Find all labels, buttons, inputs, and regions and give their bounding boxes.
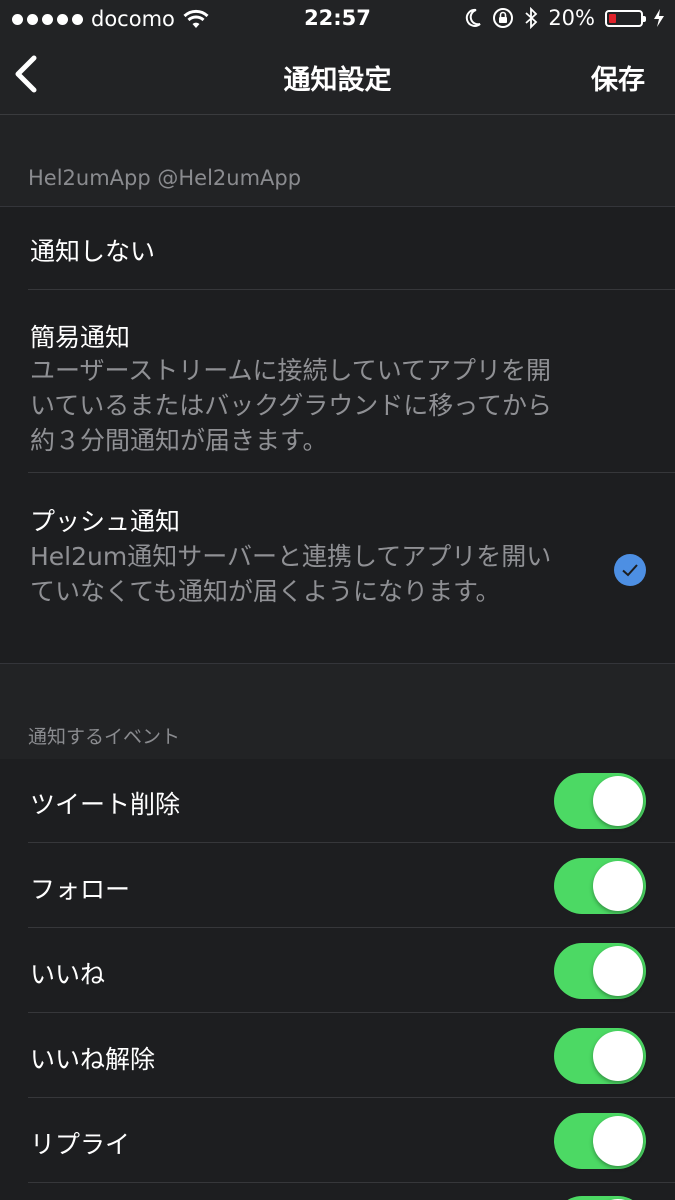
charging-bolt-icon — [654, 9, 664, 27]
option-description: Hel2um通知サーバーと連携してアプリを開いていなくても通知が届くようになりま… — [30, 542, 552, 606]
battery-percent: 20% — [548, 6, 595, 30]
status-bar: docomo 22:57 20% — [0, 0, 675, 38]
option-title: プッシュ通知 — [30, 507, 181, 536]
event-row-like: いいね — [0, 929, 675, 1013]
option-no-notification[interactable]: 通知しない — [0, 207, 675, 290]
like-toggle[interactable] — [554, 943, 646, 999]
battery-icon — [605, 9, 646, 27]
rotation-lock-icon — [493, 8, 514, 28]
option-title: 簡易通知 — [30, 323, 131, 352]
event-row-unlike: いいね解除 — [0, 1014, 675, 1098]
option-description: ユーザーストリームに接続していてアプリを開いているまたはバックグラウンドに移って… — [30, 356, 553, 455]
event-label: いいね解除 — [30, 1045, 156, 1074]
follow-toggle[interactable] — [554, 858, 646, 914]
event-row-follow: フォロー — [0, 844, 675, 928]
save-button[interactable]: 保存 — [591, 58, 645, 97]
account-section-label: Hel2umApp @Hel2umApp — [28, 166, 302, 190]
event-row-tweet-delete: ツイート削除 — [0, 759, 675, 843]
event-row-next — [0, 1184, 675, 1200]
bluetooth-icon — [525, 7, 538, 29]
event-label: いいね — [30, 960, 106, 989]
status-right: 20% — [464, 6, 665, 30]
option-title: 通知しない — [30, 237, 156, 266]
event-label: フォロー — [30, 875, 131, 904]
option-simple-notification[interactable]: 簡易通知 ユーザーストリームに接続していてアプリを開いているまたはバックグラウン… — [0, 291, 675, 473]
next-toggle[interactable] — [554, 1196, 646, 1200]
account-section-header: Hel2umApp @Hel2umApp — [0, 115, 675, 207]
notification-settings-screen: docomo 22:57 20% 通知設定 保存 Hel2umApp @Hel2… — [0, 0, 675, 1200]
events-section-header: 通知するイベント — [0, 663, 675, 759]
option-push-notification[interactable]: プッシュ通知 Hel2um通知サーバーと連携してアプリを開いていなくても通知が届… — [0, 474, 675, 663]
tweet-delete-toggle[interactable] — [554, 773, 646, 829]
event-label: リプライ — [30, 1130, 131, 1159]
page-title: 通知設定 — [283, 65, 392, 96]
reply-toggle[interactable] — [554, 1113, 646, 1169]
moon-icon — [466, 8, 481, 27]
event-label: ツイート削除 — [30, 790, 181, 819]
events-section-label: 通知するイベント — [28, 726, 181, 748]
navigation-bar: 通知設定 保存 — [0, 38, 675, 115]
event-row-reply: リプライ — [0, 1099, 675, 1183]
checkmark-icon — [614, 554, 646, 586]
unlike-toggle[interactable] — [554, 1028, 646, 1084]
